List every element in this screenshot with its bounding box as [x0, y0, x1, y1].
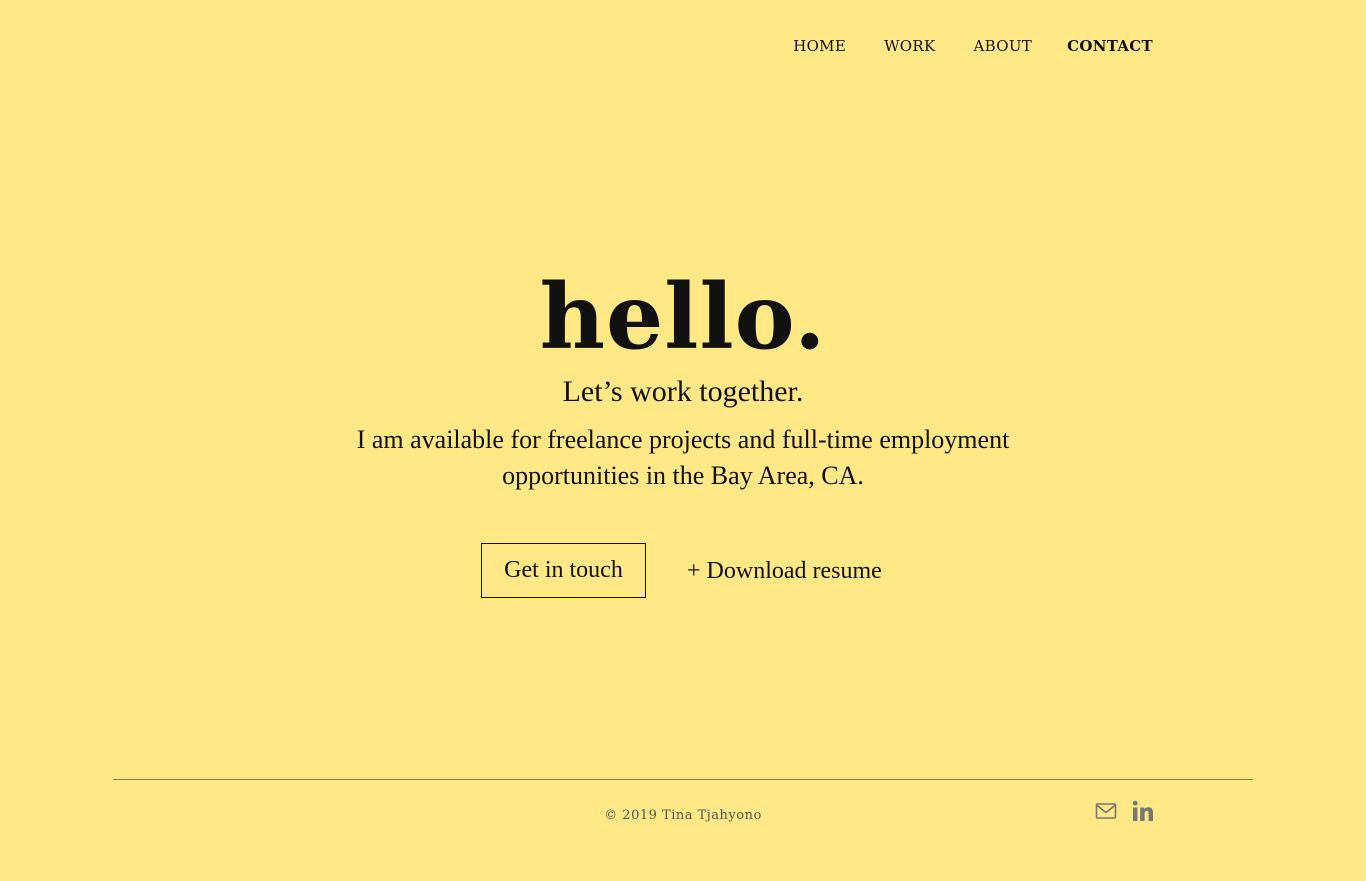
nav-about-link[interactable]: ABOUT [974, 36, 1033, 56]
social-links [1094, 799, 1154, 823]
linkedin-icon[interactable] [1132, 800, 1154, 822]
cta-row: Get in touch + Download resume [481, 543, 882, 598]
get-in-touch-button[interactable]: Get in touch [481, 543, 646, 598]
copyright-text: © 2019 Tina Tjahyono [604, 808, 762, 823]
nav-work-link[interactable]: WORK [884, 36, 935, 56]
mail-icon[interactable] [1094, 799, 1118, 823]
hero-description: I am available for freelance projects an… [356, 425, 1010, 490]
footer-divider [113, 779, 1253, 780]
main-nav: HOME WORK ABOUT CONTACT [793, 36, 1153, 56]
nav-contact-link[interactable]: CONTACT [1067, 36, 1153, 56]
nav-home-link[interactable]: HOME [793, 36, 846, 56]
hero-title: hello. [539, 264, 827, 370]
download-resume-link[interactable]: + Download resume [687, 545, 882, 597]
hero-subtitle: Let’s work together. [562, 375, 804, 408]
hero-section: hello. Let’s work together. I am availab… [0, 262, 1366, 494]
